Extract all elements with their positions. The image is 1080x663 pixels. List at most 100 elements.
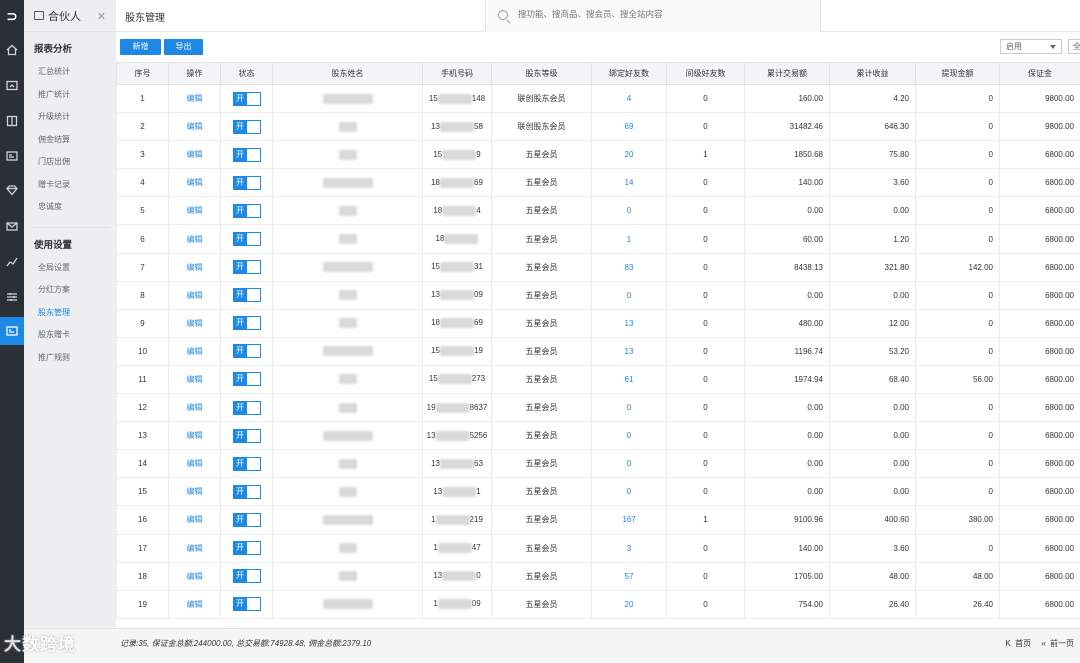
bound-friends-link[interactable]: 167	[591, 505, 667, 535]
table-row[interactable]: 4 编辑开 18 69 五星会员 14 0 140.00 3.60 0 6800.00	[116, 168, 1080, 198]
status-toggle[interactable]: 开	[232, 400, 261, 415]
table-row[interactable]: 2 编辑开 13 58 联创股东会员 69 0 31482.46 646.30 0 9800.00	[116, 112, 1080, 142]
column-header[interactable]: 操作	[168, 62, 221, 85]
diamond-icon[interactable]	[0, 176, 24, 204]
sidebar-item[interactable]: 升级统计	[24, 106, 116, 129]
table-row[interactable]: 16 编辑开 1 219 五星会员 167 1 9100.96 400.60 380.00 6800…	[116, 505, 1080, 535]
bound-friends-link[interactable]: 4	[591, 83, 667, 114]
status-toggle[interactable]: 开	[232, 372, 261, 387]
edit-link[interactable]: 编辑	[168, 224, 221, 254]
sidebar-item[interactable]: 忠诚度	[24, 196, 116, 219]
bound-friends-link[interactable]: 14	[591, 168, 667, 198]
edit-link[interactable]: 编辑	[168, 83, 221, 114]
bound-friends-link[interactable]: 3	[591, 533, 667, 563]
edit-link[interactable]: 编辑	[168, 533, 221, 563]
search-input[interactable]	[518, 9, 808, 19]
status-toggle[interactable]: 开	[232, 203, 261, 218]
table-row[interactable]: 5 编辑开 18 4 五星会员 0 0 0.00 0.00 0 6800.00	[116, 196, 1080, 226]
column-header[interactable]: 间级好友数	[666, 62, 745, 85]
trend-icon[interactable]	[0, 248, 24, 276]
sliders-icon[interactable]	[0, 283, 24, 311]
bound-friends-link[interactable]: 13	[591, 336, 667, 366]
sidebar-item[interactable]: 股东管理	[24, 302, 116, 325]
table-row[interactable]: 11 编辑开 15 273 五星会员 61 0 1974.94 68.40 56.00 6800.0…	[116, 364, 1080, 395]
column-header[interactable]: 状态	[220, 62, 273, 85]
sidebar-item[interactable]: 股东赠卡	[24, 324, 116, 347]
table-row[interactable]: 14 编辑开 13 63 五星会员 0 0 0.00 0.00 0 6800.00	[116, 449, 1080, 479]
table-row[interactable]: 1 编辑开 15 148 联创股东会员 4 0 160.00 4.20 0 9800.00	[116, 83, 1080, 114]
bound-friends-link[interactable]: 0	[591, 393, 667, 423]
id-card-icon[interactable]	[0, 142, 24, 170]
bound-friends-link[interactable]: 0	[591, 196, 667, 226]
status-toggle[interactable]: 开	[232, 597, 261, 612]
table-row[interactable]: 12 编辑开 19 8637 五星会员 0 0 0.00 0.00 0 6800.00	[116, 393, 1080, 423]
mail-icon[interactable]	[0, 212, 24, 240]
prev-page-link[interactable]: 前一页	[1050, 639, 1074, 648]
monitor-icon[interactable]	[0, 72, 24, 100]
sidebar-item[interactable]: 赠卡记录	[24, 174, 116, 197]
column-header[interactable]: 股东姓名	[272, 62, 423, 85]
bound-friends-link[interactable]: 20	[591, 589, 667, 619]
column-header[interactable]: 股东等级	[491, 62, 592, 85]
app-logo-icon[interactable]: ⊃	[0, 0, 24, 32]
bound-friends-link[interactable]: 13	[591, 308, 667, 338]
column-header[interactable]: 提现金额	[915, 62, 1000, 85]
table-row[interactable]: 3 编辑开 15 9 五星会员 20 1 1850.68 75.80 0 6800.00	[116, 140, 1080, 170]
column-header[interactable]: 手机号码	[422, 62, 492, 85]
column-header[interactable]: 绑定好友数	[591, 62, 667, 85]
search-icon[interactable]	[498, 10, 508, 20]
status-toggle[interactable]: 开	[232, 175, 261, 190]
sidebar-item[interactable]: 佣金结算	[24, 129, 116, 152]
edit-link[interactable]: 编辑	[168, 589, 221, 619]
edit-link[interactable]: 编辑	[168, 252, 221, 282]
sidebar-item[interactable]: 全局设置	[24, 257, 116, 280]
sidebar-item[interactable]: 汇总统计	[24, 61, 116, 84]
table-row[interactable]: 9 编辑开 18 69 五星会员 13 0 480.00 12.00 0 6800.00	[116, 308, 1080, 338]
bound-friends-link[interactable]: 0	[591, 477, 667, 507]
status-toggle[interactable]: 开	[232, 569, 261, 584]
status-toggle[interactable]: 开	[232, 484, 261, 499]
column-header[interactable]: 保证金	[999, 62, 1080, 85]
book-icon[interactable]	[0, 107, 24, 135]
close-icon[interactable]: ✕	[97, 10, 106, 23]
bound-friends-link[interactable]: 57	[591, 561, 667, 591]
status-toggle[interactable]: 开	[232, 91, 261, 106]
status-toggle[interactable]: 开	[232, 428, 261, 443]
table-row[interactable]: 6 编辑开 18 五星会员 1 0 60.00 1.20 0 6800.00	[116, 224, 1080, 254]
status-toggle[interactable]: 开	[232, 316, 261, 331]
bound-friends-link[interactable]: 20	[591, 140, 667, 170]
home-icon[interactable]	[0, 36, 24, 64]
column-header[interactable]: 序号	[116, 62, 169, 85]
sidebar-item[interactable]: 推广规则	[24, 347, 116, 370]
card-icon[interactable]	[0, 317, 24, 345]
bound-friends-link[interactable]: 0	[591, 449, 667, 479]
table-row[interactable]: 15 编辑开 13 1 五星会员 0 0 0.00 0.00 0 6800.00	[116, 477, 1080, 507]
table-row[interactable]: 18 编辑开 13 0 五星会员 57 0 1705.00 48.00 48.00 6800.00	[116, 561, 1080, 591]
bound-friends-link[interactable]: 61	[591, 364, 667, 395]
edit-link[interactable]: 编辑	[168, 393, 221, 423]
table-row[interactable]: 19 编辑开 1 09 五星会员 20 0 754.00 26.40 26.40 6800.00	[116, 589, 1080, 619]
status-toggle[interactable]: 开	[232, 456, 261, 471]
bound-friends-link[interactable]: 69	[591, 112, 667, 142]
status-toggle[interactable]: 开	[232, 512, 261, 527]
edit-link[interactable]: 编辑	[168, 449, 221, 479]
first-page-link[interactable]: 首页	[1015, 639, 1031, 648]
bound-friends-link[interactable]: 0	[591, 421, 667, 451]
status-toggle[interactable]: 开	[232, 541, 261, 556]
edit-link[interactable]: 编辑	[168, 505, 221, 535]
status-toggle[interactable]: 开	[232, 119, 261, 134]
status-toggle[interactable]: 开	[232, 232, 261, 247]
status-toggle[interactable]: 开	[232, 288, 261, 303]
table-row[interactable]: 10 编辑开 15 19 五星会员 13 0 1196.74 53.20 0 6800.00	[116, 336, 1080, 366]
edit-link[interactable]: 编辑	[168, 140, 221, 170]
edit-link[interactable]: 编辑	[168, 168, 221, 198]
export-button[interactable]: 导出	[164, 39, 203, 55]
sidebar-item[interactable]: 门店出佣	[24, 151, 116, 174]
edit-link[interactable]: 编辑	[168, 280, 221, 310]
bound-friends-link[interactable]: 83	[591, 252, 667, 282]
add-button[interactable]: 新增	[120, 39, 161, 55]
edit-link[interactable]: 编辑	[168, 308, 221, 338]
column-header[interactable]: 累计交易额	[744, 62, 830, 85]
edit-link[interactable]: 编辑	[168, 561, 221, 591]
status-toggle[interactable]: 开	[232, 147, 261, 162]
